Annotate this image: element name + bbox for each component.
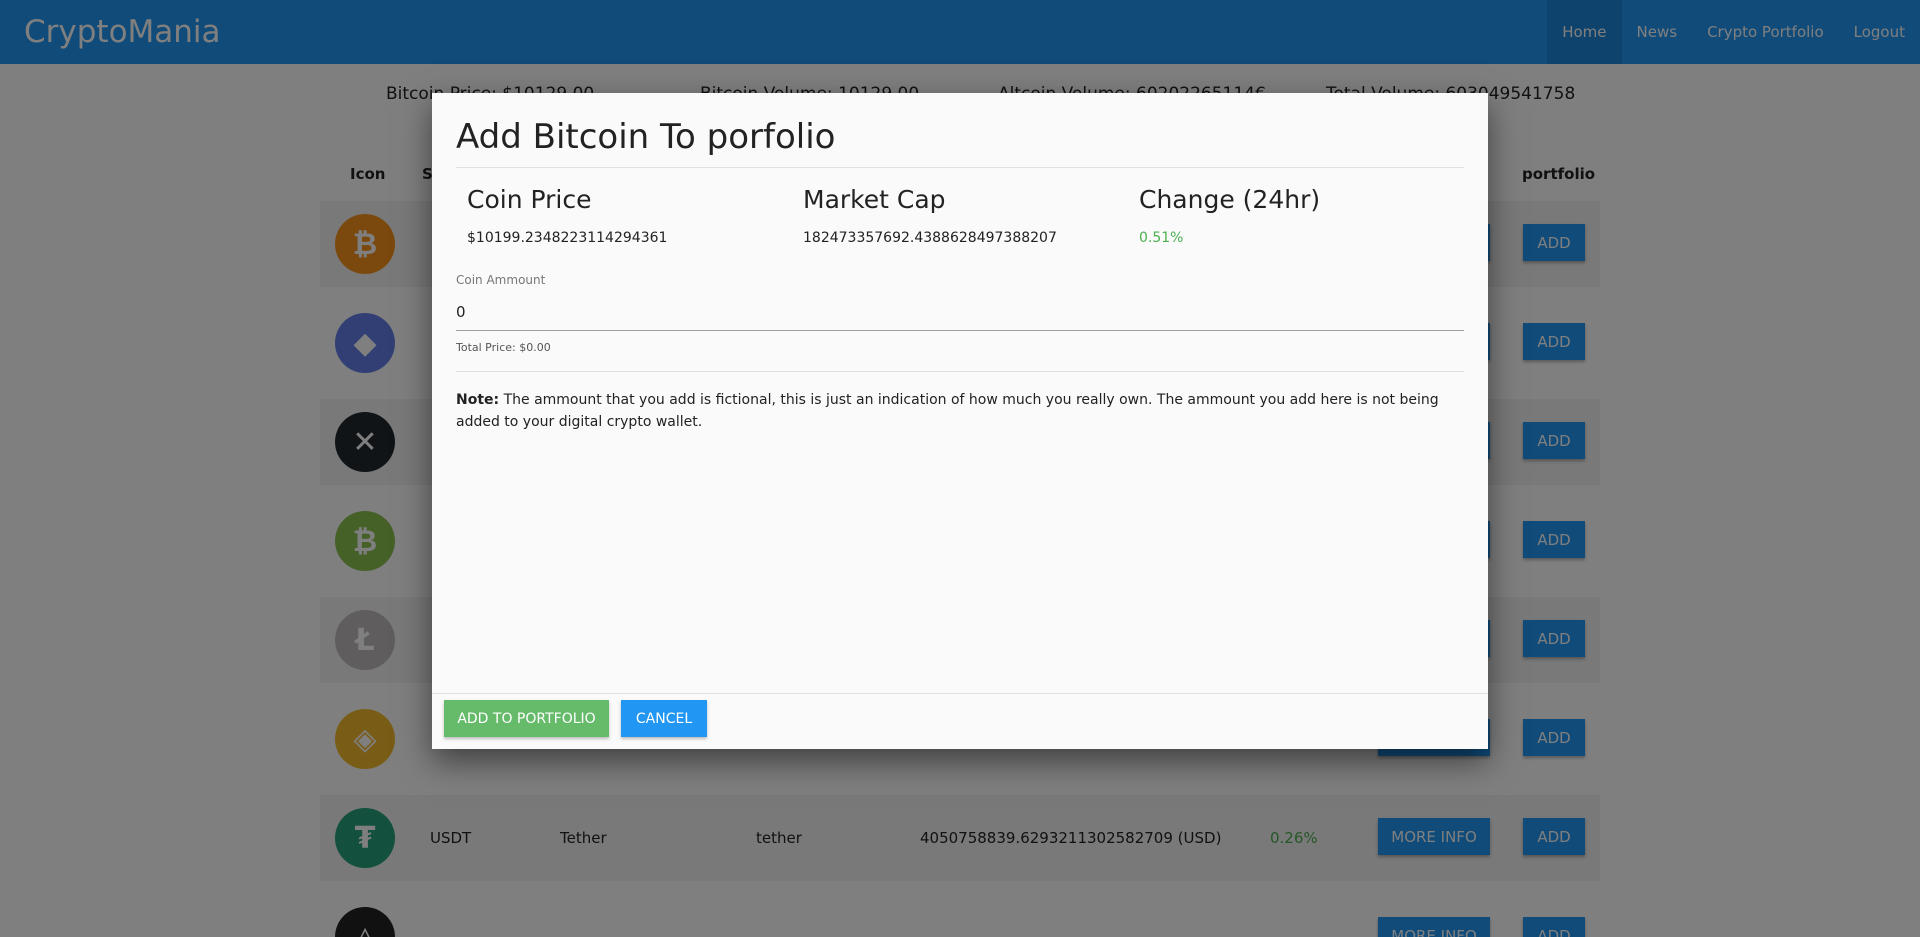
- note-body: The ammount that you add is fictional, t…: [456, 392, 1439, 430]
- coin-amount-input[interactable]: [456, 293, 1464, 331]
- add-to-portfolio-button[interactable]: ADD TO PORTFOLIO: [444, 700, 609, 737]
- market-cap-value: 182473357692.4388628497388207: [803, 230, 1057, 246]
- modal-divider: [456, 371, 1464, 372]
- note-label: Note:: [456, 392, 500, 408]
- note-text: Note: The ammount that you add is fictio…: [456, 389, 1464, 433]
- market-cap-label: Market Cap: [803, 185, 946, 214]
- coin-amount-label: Coin Ammount: [456, 273, 546, 287]
- modal-divider: [456, 167, 1464, 168]
- modal-title: Add Bitcoin To porfolio: [456, 117, 836, 157]
- coin-price-value: $10199.2348223114294361: [467, 230, 668, 246]
- change-value: 0.51%: [1139, 230, 1184, 246]
- cancel-button[interactable]: CANCEL: [621, 700, 707, 737]
- add-to-portfolio-modal: Add Bitcoin To porfolio Coin Price $1019…: [432, 93, 1488, 749]
- total-price: Total Price: $0.00: [456, 341, 551, 354]
- coin-price-label: Coin Price: [467, 185, 592, 214]
- modal-footer: ADD TO PORTFOLIO CANCEL: [432, 693, 1488, 749]
- change-label: Change (24hr): [1139, 185, 1321, 214]
